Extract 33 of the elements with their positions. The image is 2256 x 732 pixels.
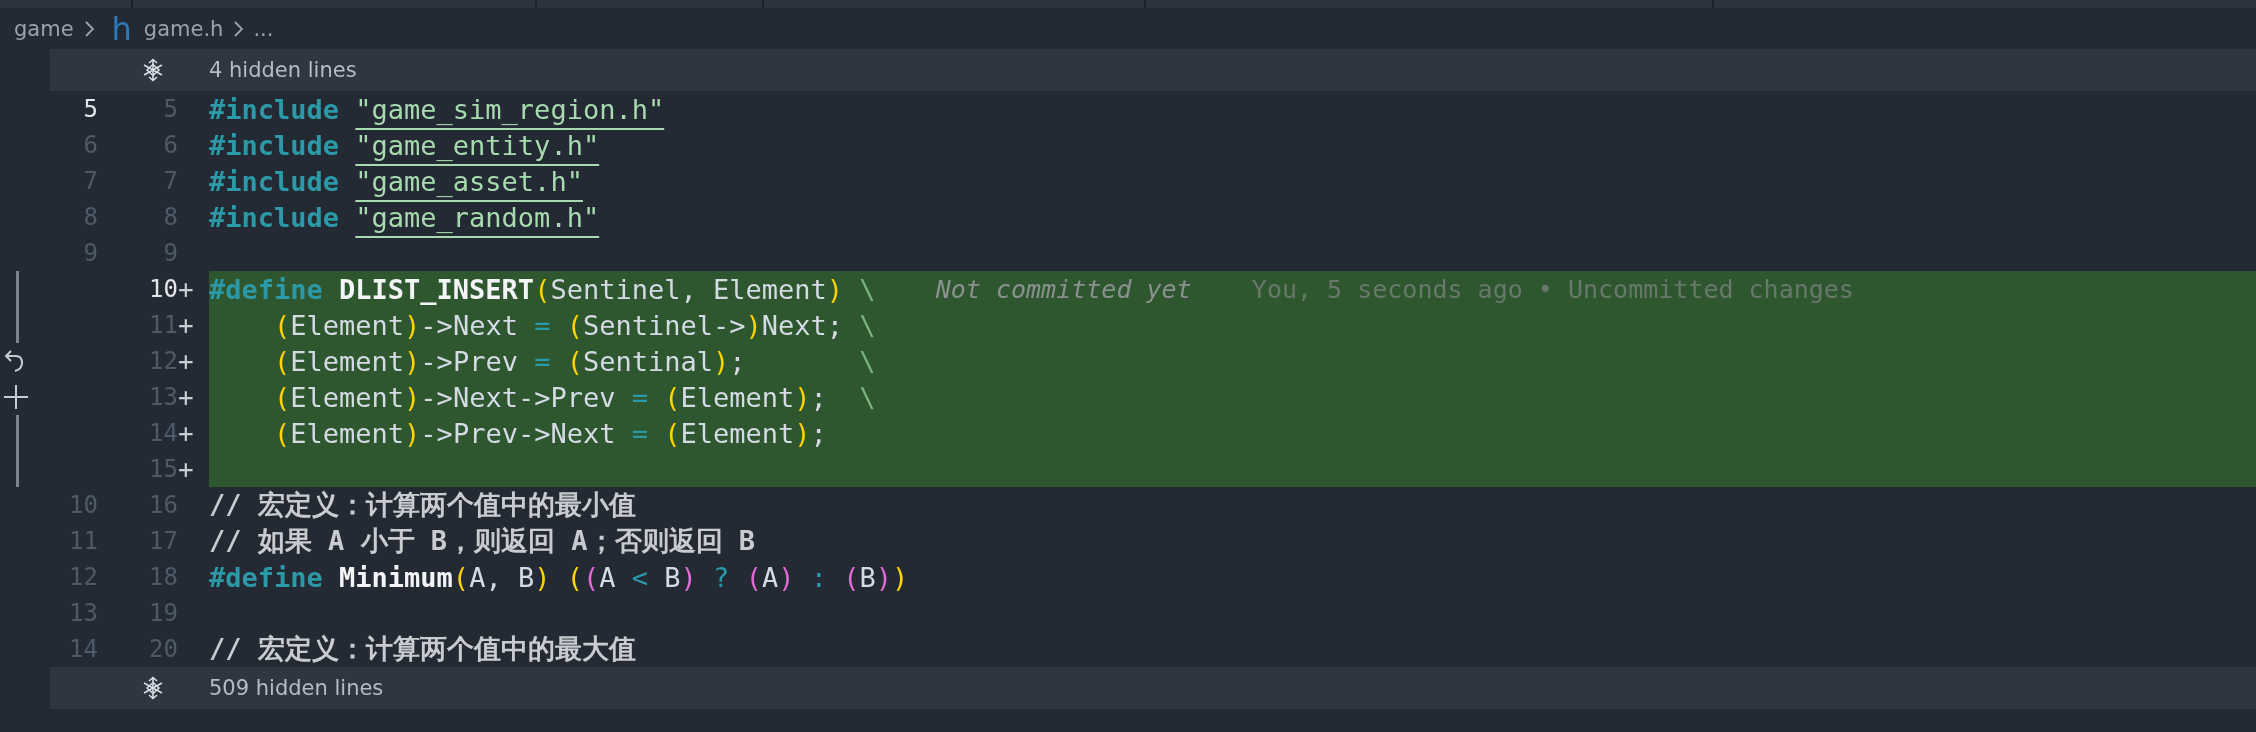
code-line: (Element)->Next->Prev = (Element); \ xyxy=(273,381,876,413)
revert-icon[interactable] xyxy=(2,347,26,375)
added-marker: + xyxy=(178,454,195,484)
hidden-lines-bar[interactable]: 509 hidden lines xyxy=(50,667,2256,709)
breadcrumb-item[interactable]: game.h xyxy=(143,16,224,41)
code-line: (Element)->Prev->Next = (Element); xyxy=(273,417,827,449)
code-line: // 宏定义：计算两个值中的最小值 xyxy=(209,488,636,522)
line-number: 5 xyxy=(82,95,98,123)
code-line: // 如果 A 小于 B，则返回 A；否则返回 B xyxy=(209,524,756,558)
added-marker: + xyxy=(178,274,195,304)
line-number: 10 xyxy=(148,275,178,303)
added-marker: + xyxy=(178,382,195,412)
breadcrumb-item[interactable]: game xyxy=(14,16,74,41)
breadcrumb-item[interactable]: ... xyxy=(253,16,274,41)
added-marker: + xyxy=(178,346,195,376)
unfold-icon[interactable] xyxy=(141,676,165,700)
hidden-lines-label: 4 hidden lines xyxy=(209,58,357,82)
unfold-icon[interactable] xyxy=(141,58,165,82)
code-line: #include "game_asset.h" xyxy=(209,165,583,197)
added-marker: + xyxy=(178,310,195,340)
code-line: (Element)->Next = (Sentinel->)Next; \ xyxy=(273,309,876,341)
code-line: #define Minimum(A, B) ((A < B) ? (A) : (B)) xyxy=(209,561,909,593)
plus-icon[interactable] xyxy=(2,383,30,411)
code-line: // 宏定义：计算两个值中的最大值 xyxy=(209,632,636,666)
blame-author: Not committed yet xyxy=(935,274,1192,304)
code-line: #define DLIST_INSERT(Sentinel, Element) \ xyxy=(209,273,876,305)
hidden-lines-bar[interactable]: 4 hidden lines xyxy=(50,49,2256,91)
code-line: (Element)->Prev = (Sentinal); \ xyxy=(273,345,876,377)
hidden-lines-label: 509 hidden lines xyxy=(209,676,384,700)
chevron-right-icon xyxy=(231,18,246,39)
added-marker: + xyxy=(178,418,195,448)
file-type-icon: h xyxy=(111,13,132,44)
blame-detail: You, 5 seconds ago • Uncommitted changes xyxy=(1251,274,1854,304)
